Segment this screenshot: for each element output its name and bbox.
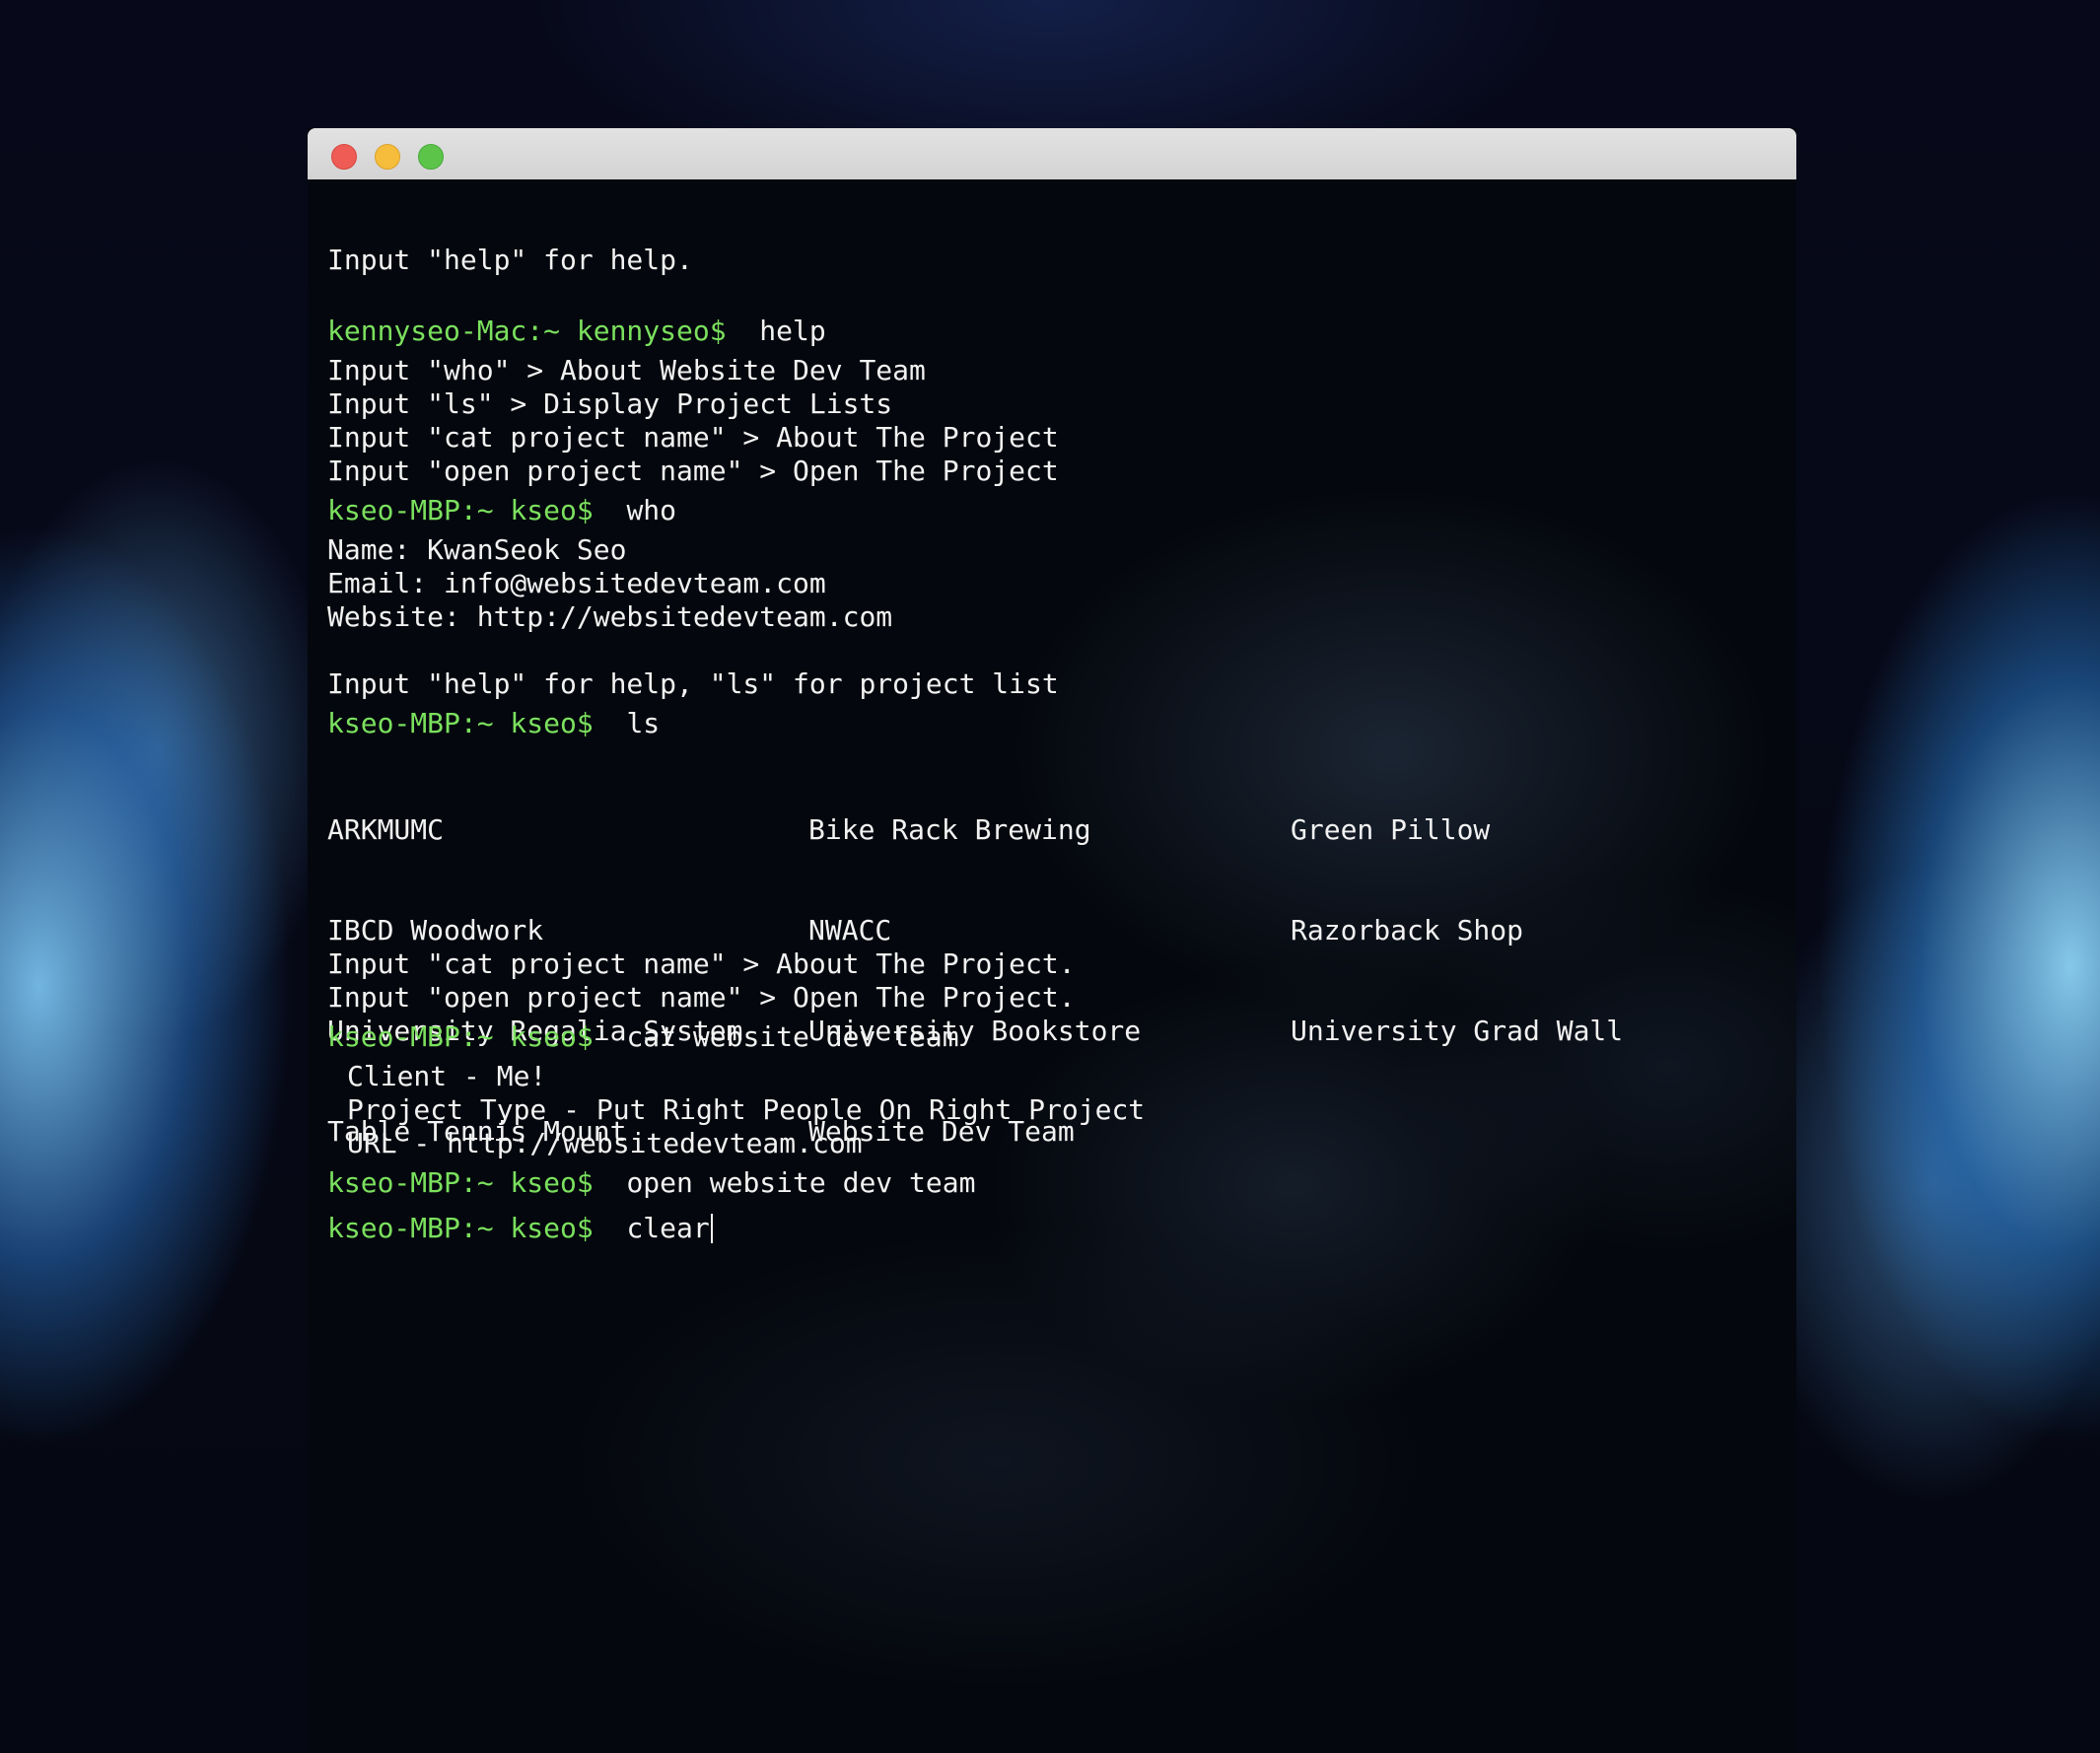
- output-line: Project Type - Put Right People On Right…: [347, 1093, 1146, 1126]
- output-line: Email: info@websitedevteam.com: [327, 567, 826, 599]
- command-text: open website dev team: [626, 1166, 976, 1199]
- intro-line: Input "help" for help.: [327, 244, 693, 276]
- output-line: Input "ls" > Display Project Lists: [327, 387, 893, 420]
- output-line: Input "who" > About Website Dev Team: [327, 354, 926, 386]
- project-item: ARKMUMC: [327, 813, 445, 846]
- output-line: Website: http://websitedevteam.com: [327, 600, 893, 633]
- output-line: URL - http://websitedevteam.com: [347, 1127, 863, 1159]
- prompt-line: kennyseo-Mac:~ kennyseo$ help: [327, 315, 826, 348]
- command-text: ls: [626, 707, 661, 739]
- terminal-window: Input "help" for help. kennyseo-Mac:~ ke…: [308, 128, 1796, 1753]
- project-item: NWACC: [808, 914, 892, 947]
- hint-line: Input "help" for help, "ls" for project …: [327, 667, 1059, 700]
- project-list-column: Green Pillow Razorback Shop University G…: [1291, 746, 1623, 1115]
- output-line: Input "cat project name" > About The Pro…: [327, 421, 1059, 454]
- title-bar[interactable]: [308, 128, 1796, 179]
- maximize-window-button[interactable]: [418, 144, 444, 170]
- command-text: cat website dev team: [626, 1020, 959, 1053]
- prompt-label: kseo-MBP:~ kseo$: [327, 1212, 594, 1244]
- command-text: who: [626, 494, 677, 526]
- project-item: Green Pillow: [1291, 813, 1491, 846]
- prompt-line: kseo-MBP:~ kseo$ open website dev team: [327, 1166, 975, 1200]
- close-window-button[interactable]: [331, 144, 357, 170]
- hint-line: Input "cat project name" > About The Pro…: [327, 947, 1076, 980]
- prompt-label: kseo-MBP:~ kseo$: [327, 1166, 594, 1199]
- prompt-label: kseo-MBP:~ kseo$: [327, 707, 594, 739]
- terminal-screen[interactable]: Input "help" for help. kennyseo-Mac:~ ke…: [308, 179, 1796, 1753]
- prompt-label: kseo-MBP:~ kseo$: [327, 1020, 594, 1053]
- output-line: Input "open project name" > Open The Pro…: [327, 455, 1059, 487]
- active-prompt-line[interactable]: kseo-MBP:~ kseo$ clear: [327, 1212, 713, 1245]
- project-item: Razorback Shop: [1291, 914, 1524, 947]
- text-cursor: [710, 1214, 713, 1243]
- prompt-label: kseo-MBP:~ kseo$: [327, 494, 594, 526]
- project-item: University Grad Wall: [1291, 1015, 1624, 1047]
- command-text: help: [759, 315, 826, 347]
- prompt-line: kseo-MBP:~ kseo$ who: [327, 494, 676, 527]
- prompt-line: kseo-MBP:~ kseo$ cat website dev team: [327, 1020, 959, 1054]
- prompt-label: kennyseo-Mac:~ kennyseo$: [327, 315, 727, 347]
- project-item: IBCD Woodwork: [327, 914, 544, 947]
- output-line: Name: KwanSeok Seo: [327, 533, 627, 566]
- output-line: Client - Me!: [347, 1060, 547, 1092]
- hint-line: Input "open project name" > Open The Pro…: [327, 981, 1076, 1014]
- command-input[interactable]: clear: [626, 1212, 709, 1244]
- prompt-line: kseo-MBP:~ kseo$ ls: [327, 707, 660, 740]
- minimize-window-button[interactable]: [375, 144, 400, 170]
- project-item: Bike Rack Brewing: [808, 813, 1091, 846]
